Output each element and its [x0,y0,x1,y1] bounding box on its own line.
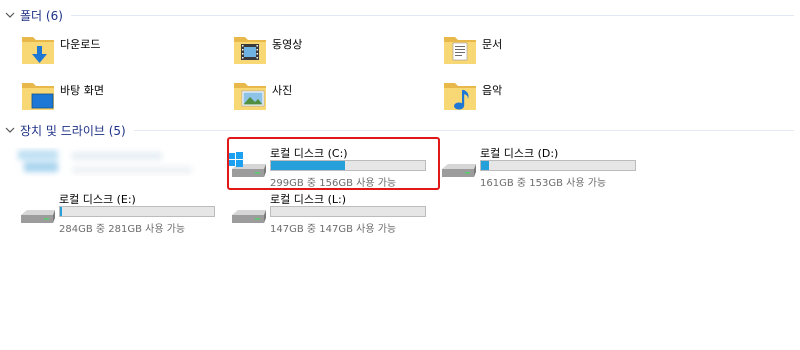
pictures-folder-icon [234,83,266,110]
folder-label: 동영상 [272,38,303,51]
folder-item-desktop[interactable]: 바탕 화면 [20,78,220,118]
group-divider [70,14,794,16]
drive-free-space: 284GB 중 281GB 사용 가능 [59,224,186,235]
folders-group-title: 폴더 (6) [20,8,63,23]
documents-folder-icon [444,37,476,64]
folder-item-music[interactable]: 음악 [442,78,642,118]
chevron-down-icon [5,12,15,18]
hard-drive-icon [232,210,266,223]
drive-free-space: 161GB 중 153GB 사용 가능 [480,178,607,189]
blurred-device-icon [18,150,192,174]
folder-item-videos[interactable]: 동영상 [232,32,432,72]
desktop-folder-icon [22,83,54,110]
folder-label: 사진 [272,84,293,97]
group-divider [133,129,794,131]
drive-usage-bar [270,206,426,217]
folder-item-downloads[interactable]: 다운로드 [20,32,220,72]
drive-free-space: 147GB 중 147GB 사용 가능 [270,224,397,235]
drive-usage-fill [60,207,62,216]
drive-item-d[interactable]: 로컬 디스크 (D:) 161GB 중 153GB 사용 가능 [438,145,648,191]
drive-name: 로컬 디스크 (L:) [270,193,347,206]
folders-group-header[interactable]: 폴더 (6) [4,5,794,25]
folder-item-documents[interactable]: 문서 [442,32,642,72]
highlight-box [227,137,440,190]
folder-label: 문서 [482,38,503,51]
drive-usage-fill [481,161,489,170]
drive-name: 로컬 디스크 (D:) [480,147,559,160]
drives-group-title: 장치 및 드라이브 (5) [20,123,126,138]
drive-item-l[interactable]: 로컬 디스크 (L:) 147GB 중 147GB 사용 가능 [228,191,438,237]
drive-usage-bar [59,206,215,217]
drive-usage-bar [480,160,636,171]
downloads-folder-icon [22,37,54,64]
folder-label: 음악 [482,84,503,97]
blurred-device-item[interactable] [12,140,218,188]
chevron-down-icon [5,127,15,133]
drive-item-e[interactable]: 로컬 디스크 (E:) 284GB 중 281GB 사용 가능 [17,191,227,237]
videos-folder-icon [234,37,266,64]
music-folder-icon [444,83,476,110]
hard-drive-icon [21,210,55,223]
folder-label: 다운로드 [60,38,101,51]
folder-label: 바탕 화면 [60,84,104,97]
hard-drive-icon [442,164,476,177]
drive-name: 로컬 디스크 (E:) [59,193,136,206]
folder-item-pictures[interactable]: 사진 [232,78,432,118]
